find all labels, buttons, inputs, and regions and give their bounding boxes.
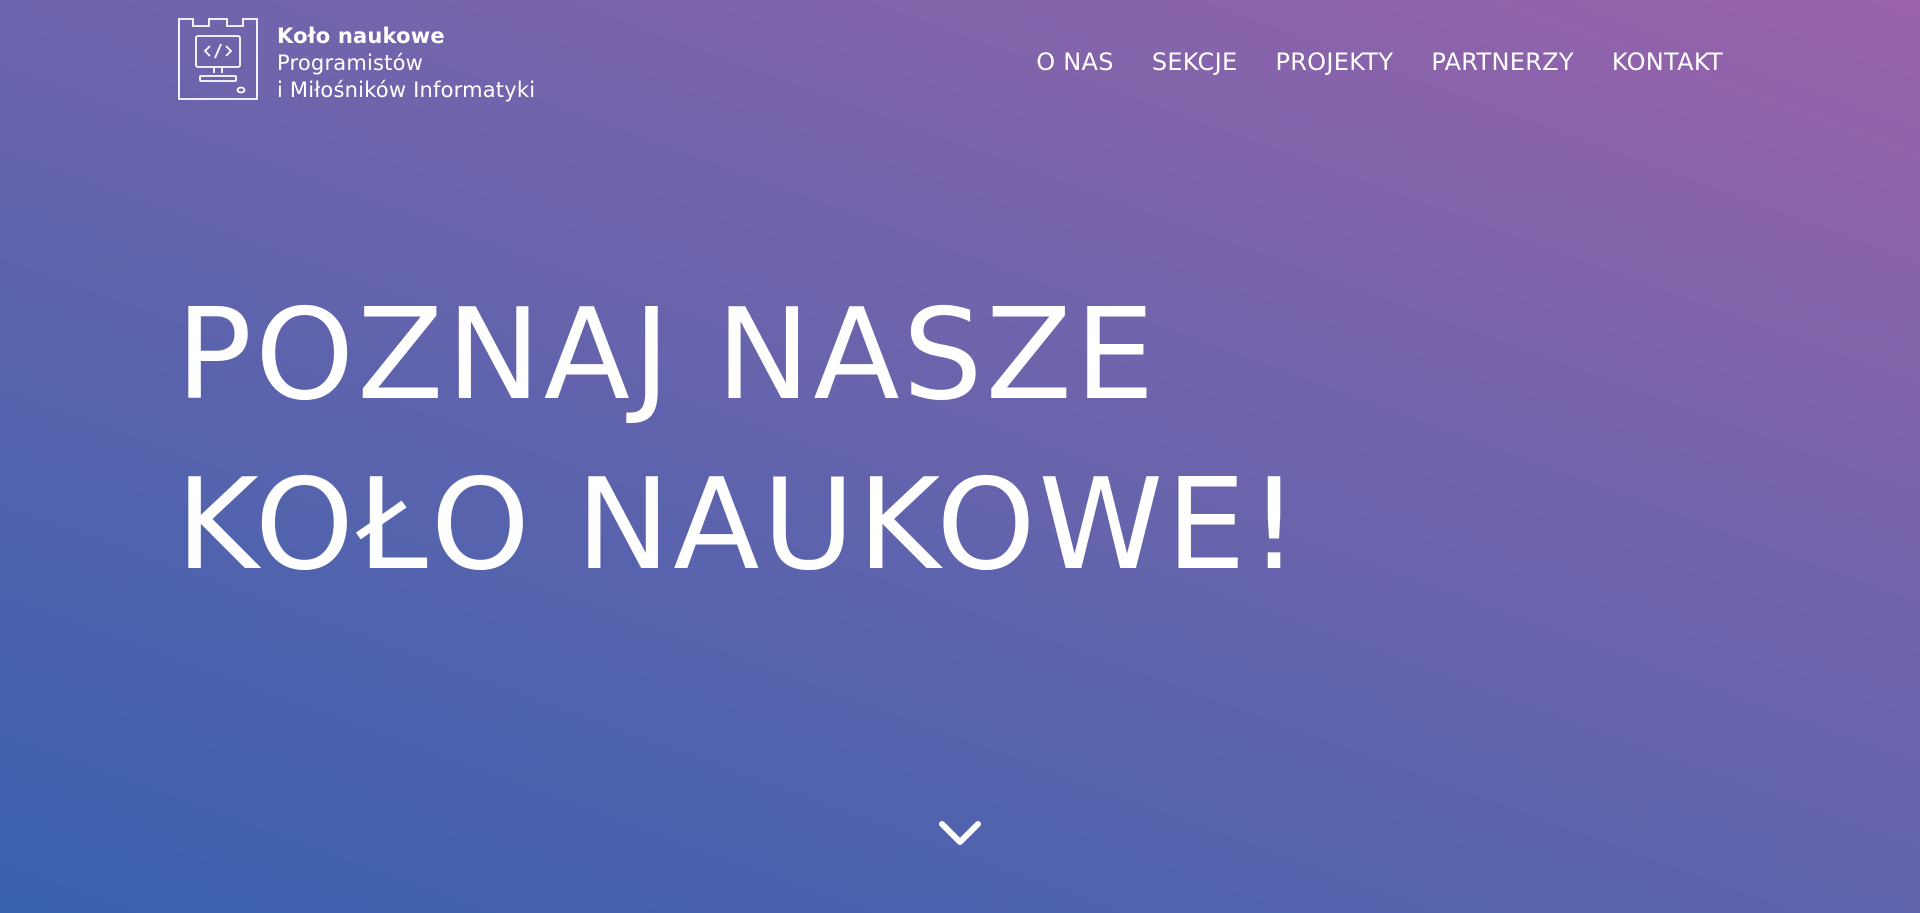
computer-castle-logo-icon: [178, 18, 258, 100]
nav-item-partnerzy[interactable]: PARTNERZY: [1431, 48, 1574, 76]
main-nav: O NAS SEKCJE PROJEKTY PARTNERZY KONTAKT: [998, 48, 1723, 76]
site-header: Koło naukowe Programistów i Miłośników I…: [178, 18, 1723, 104]
logo-subtitle-line1: Programistów: [277, 51, 424, 75]
logo-subtitle-line2: i Miłośników Informatyki: [277, 78, 536, 102]
nav-item-projekty[interactable]: PROJEKTY: [1275, 48, 1393, 76]
logo-link[interactable]: Koło naukowe Programistów i Miłośników I…: [178, 18, 535, 104]
hero-heading: POZNAJ NASZE KOŁO NAUKOWE!: [176, 270, 1302, 610]
nav-item-sekcje[interactable]: SEKCJE: [1152, 48, 1238, 76]
chevron-down-icon: [939, 821, 981, 845]
hero-line-1: POZNAJ NASZE: [176, 281, 1158, 428]
hero-line-2: KOŁO NAUKOWE!: [176, 451, 1303, 598]
logo-title: Koło naukowe: [277, 24, 445, 48]
nav-item-kontakt[interactable]: KONTAKT: [1612, 48, 1723, 76]
logo-text: Koło naukowe Programistów i Miłośników I…: [277, 23, 535, 104]
scroll-down-button[interactable]: [936, 816, 984, 852]
nav-item-o-nas[interactable]: O NAS: [1036, 48, 1114, 76]
